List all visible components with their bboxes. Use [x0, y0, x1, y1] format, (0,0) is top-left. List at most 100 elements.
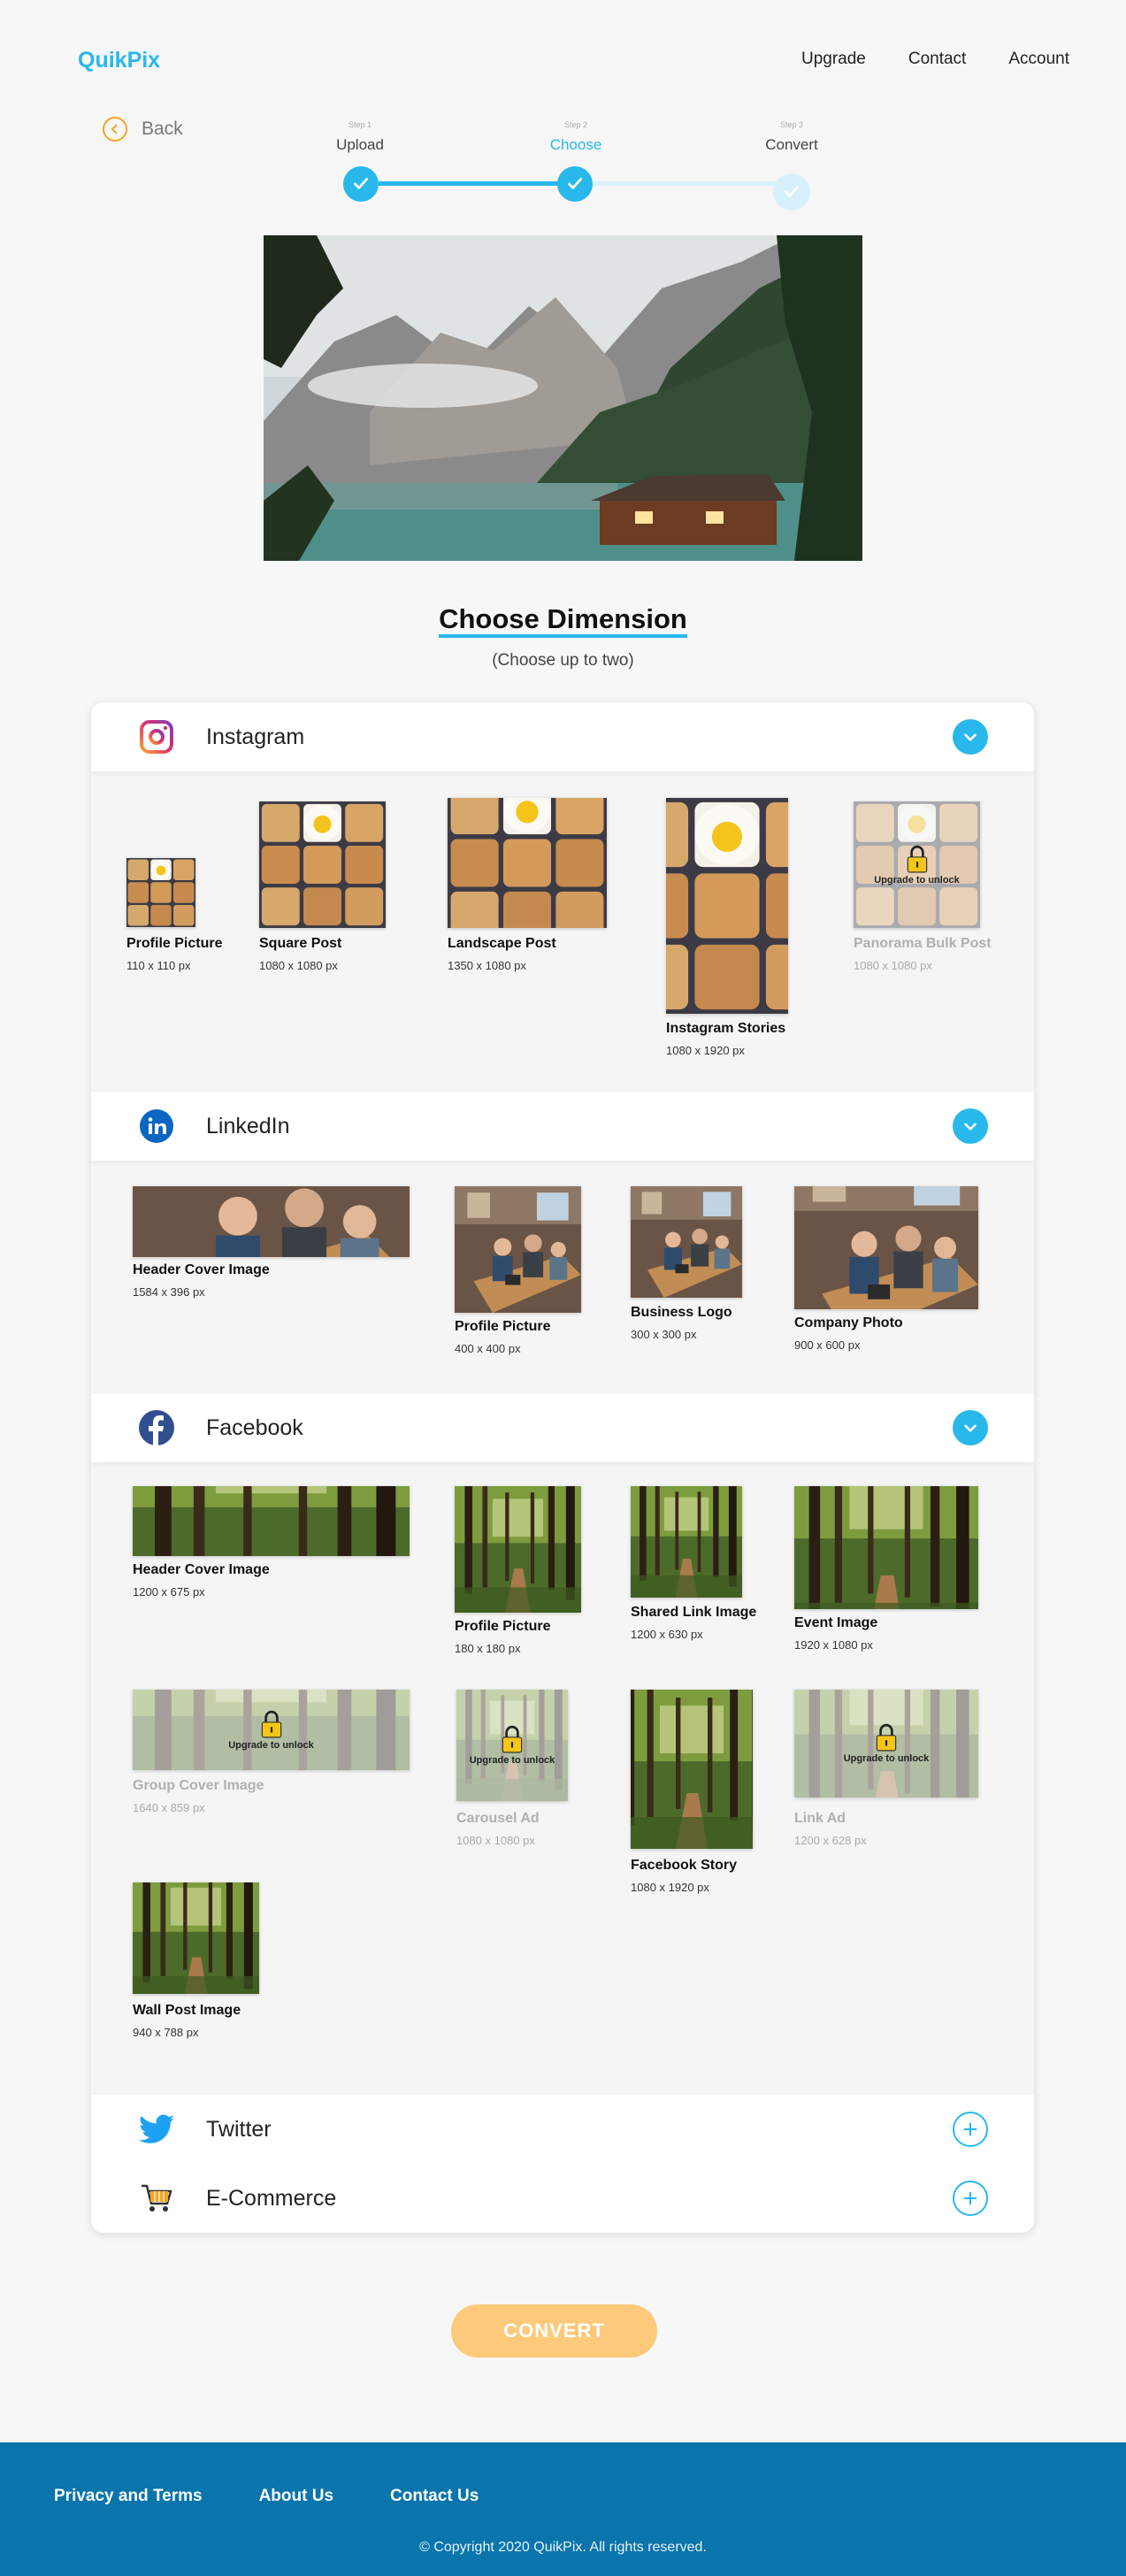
step-label: Upload: [336, 136, 384, 153]
back-label: Back: [142, 119, 183, 139]
option-name: Company Photo: [794, 1315, 903, 1330]
option-dimension: 110 x 110 px: [126, 959, 191, 972]
section-ecommerce-header[interactable]: E-Commerce: [91, 2164, 1034, 2233]
footer: Privacy and Terms About Us Contact Us © …: [0, 2442, 1126, 2576]
preview-thumbnail: Upgrade to unlock: [456, 1690, 568, 1801]
preview-thumbnail: [666, 798, 788, 1014]
nav-contact[interactable]: Contact: [908, 50, 966, 69]
option-dimension: 1080 x 1080 px: [259, 959, 338, 972]
preview-thumbnail: [448, 798, 607, 928]
nav-upgrade[interactable]: Upgrade: [801, 50, 866, 69]
plus-icon[interactable]: [953, 2112, 988, 2147]
option-name: Carousel Ad: [456, 1811, 540, 1826]
step-label: Convert: [765, 136, 818, 153]
preview-thumbnail: [455, 1186, 581, 1313]
option-dimension: 1080 x 1920 px: [631, 1881, 709, 1894]
preview-thumbnail: Upgrade to unlock: [133, 1690, 410, 1770]
option-name: Landscape Post: [448, 936, 556, 951]
dimension-panel: Instagram Profile Picture 110 x 110 px S…: [91, 702, 1034, 2233]
footer-link-privacy[interactable]: Privacy and Terms: [54, 2487, 203, 2506]
option-name: Profile Picture: [126, 936, 223, 951]
option-dimension: 1920 x 1080 px: [794, 1638, 873, 1652]
section-twitter-header[interactable]: Twitter: [91, 2095, 1034, 2164]
lock-icon: [501, 1725, 524, 1753]
logo[interactable]: QuikPix: [78, 48, 160, 73]
footer-link-about[interactable]: About Us: [259, 2487, 333, 2506]
option-dimension: 1200 x 675 px: [133, 1585, 205, 1598]
progress-line-pending: [593, 181, 789, 186]
upgrade-text: Upgrade to unlock: [228, 1739, 314, 1751]
section-instagram-header[interactable]: Instagram: [91, 702, 1034, 771]
option-name: Link Ad: [794, 1811, 846, 1826]
step-upload: Step 1 Upload: [307, 120, 413, 154]
back-button[interactable]: Back: [103, 117, 183, 142]
option-name: Square Post: [259, 936, 342, 951]
preview-thumbnail: [794, 1486, 978, 1609]
convert-button[interactable]: CONVERT: [451, 2304, 657, 2358]
option-name: Header Cover Image: [133, 1562, 270, 1577]
option-name: Header Cover Image: [133, 1262, 270, 1277]
copyright: © Copyright 2020 QuikPix. All rights res…: [419, 2540, 707, 2555]
footer-links: Privacy and Terms About Us Contact Us: [54, 2487, 479, 2506]
upgrade-text: Upgrade to unlock: [469, 1755, 555, 1766]
shopping-cart-icon: [139, 2181, 174, 2216]
option-dimension: 1200 x 628 px: [794, 1834, 867, 1847]
check-icon: [343, 166, 379, 202]
option-dimension: 180 x 180 px: [455, 1642, 521, 1655]
section-linkedin-header[interactable]: LinkedIn: [91, 1092, 1034, 1161]
option-name: Instagram Stories: [666, 1021, 786, 1036]
step-number: Step 2: [563, 120, 588, 129]
lock-icon: [906, 845, 929, 873]
progress-line-done: [379, 181, 575, 186]
preview-thumbnail: Upgrade to unlock: [854, 801, 980, 928]
preview-thumbnail: [794, 1186, 978, 1309]
preview-thumbnail: [631, 1186, 742, 1298]
preview-thumbnail: [259, 801, 386, 928]
lock-overlay: Upgrade to unlock: [854, 801, 980, 928]
linkedin-icon: [139, 1108, 174, 1144]
step-choose: Step 2 Choose: [523, 120, 629, 154]
section-title: Instagram: [206, 724, 305, 749]
option-name: Facebook Story: [631, 1858, 738, 1873]
option-name: Group Cover Image: [133, 1778, 264, 1793]
lock-overlay: Upgrade to unlock: [456, 1690, 568, 1801]
chevron-down-icon[interactable]: [953, 719, 988, 755]
top-nav: Upgrade Contact Account: [801, 50, 1069, 69]
option-name: Business Logo: [631, 1305, 732, 1320]
lock-overlay: Upgrade to unlock: [794, 1690, 978, 1798]
preview-thumbnail: [631, 1690, 753, 1849]
preview-thumbnail: [455, 1486, 581, 1613]
option-dimension: 1584 x 396 px: [133, 1285, 205, 1299]
section-title: LinkedIn: [206, 1113, 290, 1138]
section-facebook-header[interactable]: Facebook: [91, 1393, 1034, 1462]
option-name: Panorama Bulk Post: [854, 936, 992, 951]
uploaded-image: [264, 235, 862, 561]
option-dimension: 940 x 788 px: [133, 2026, 199, 2039]
nav-account[interactable]: Account: [1008, 50, 1069, 69]
footer-link-contact[interactable]: Contact Us: [390, 2487, 479, 2506]
option-dimension: 1080 x 1080 px: [456, 1834, 535, 1847]
preview-thumbnail: [631, 1486, 742, 1598]
plus-icon[interactable]: [953, 2181, 988, 2216]
instagram-icon: [139, 719, 174, 755]
step-label: Choose: [549, 136, 602, 153]
preview-thumbnail: Upgrade to unlock: [794, 1690, 978, 1798]
option-dimension: 1640 x 859 px: [133, 1801, 205, 1814]
step-number: Step 1: [348, 120, 372, 129]
check-icon: [773, 173, 810, 211]
chevron-down-icon[interactable]: [953, 1108, 988, 1144]
step-number: Step 3: [779, 120, 804, 129]
option-dimension: 1200 x 630 px: [631, 1628, 703, 1641]
chevron-left-icon: [103, 117, 127, 142]
section-title: E-Commerce: [206, 2185, 337, 2211]
facebook-icon: [139, 1410, 174, 1445]
preview-thumbnail: [126, 858, 195, 927]
option-dimension: 1080 x 1080 px: [854, 959, 932, 972]
lock-icon: [875, 1723, 898, 1752]
chevron-down-icon[interactable]: [953, 1410, 988, 1445]
step-convert: Step 3 Convert: [739, 120, 845, 154]
upgrade-text: Upgrade to unlock: [843, 1753, 930, 1764]
option-name: Wall Post Image: [133, 2003, 241, 2018]
option-name: Event Image: [794, 1615, 878, 1630]
option-dimension: 400 x 400 px: [455, 1342, 521, 1355]
